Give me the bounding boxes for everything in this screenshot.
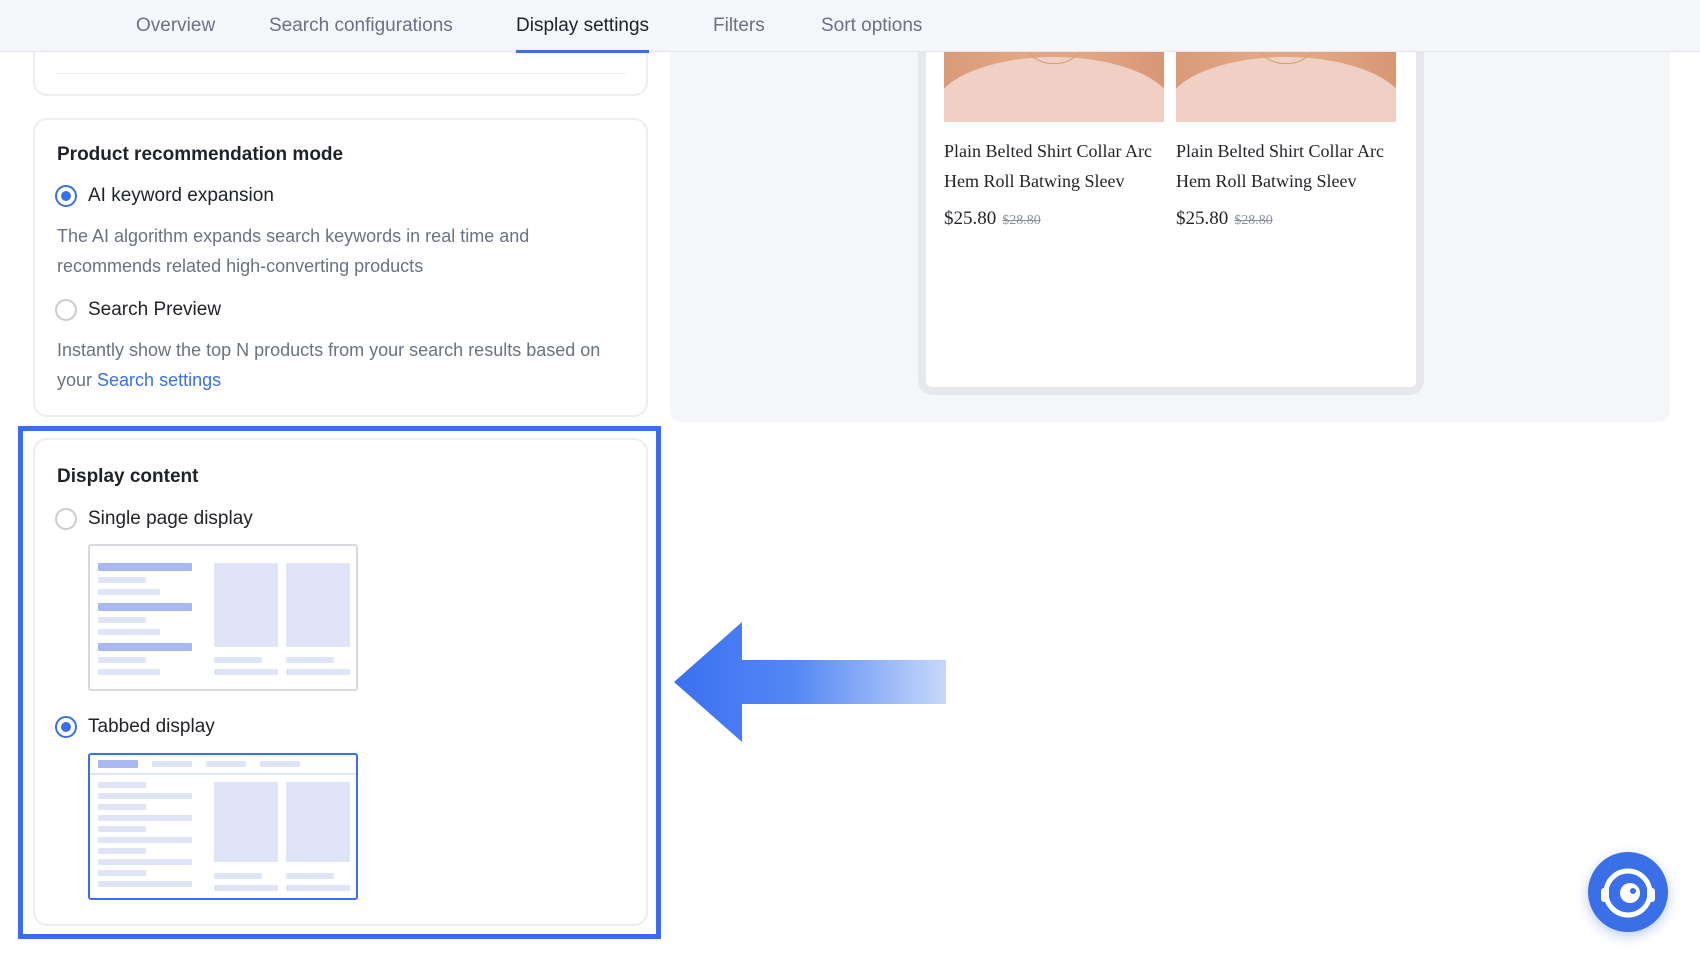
radio-button[interactable] <box>55 185 77 207</box>
thumbnail-product-block <box>214 782 278 862</box>
customer-support-headset-icon <box>1601 868 1655 918</box>
thumbnail-line <box>98 837 192 843</box>
product-name: Plain Belted Shirt Collar Arc Hem Roll B… <box>944 141 1152 191</box>
radio-label: Search Preview <box>88 299 222 320</box>
radio-single-page-display[interactable]: Single page display <box>55 508 253 530</box>
tab-sort-options[interactable]: Sort options <box>821 0 922 52</box>
arrow-left-icon <box>674 622 946 742</box>
thumbnail-line <box>286 873 334 879</box>
thumbnail-tab-active <box>98 760 138 768</box>
thumbnail-line <box>214 657 262 663</box>
thumbnail-heading-bar <box>98 603 192 611</box>
thumbnail-heading-bar <box>98 643 192 651</box>
thumbnail-line <box>98 589 160 595</box>
radio-button[interactable] <box>55 508 77 530</box>
thumbnail-product-block <box>286 563 350 647</box>
thumbnail-line <box>286 657 334 663</box>
product-card[interactable]: Plain Belted Shirt Collar Arc Hem Roll B… <box>944 30 1164 230</box>
product-card[interactable]: Plain Belted Shirt Collar Arc Hem Roll B… <box>1176 30 1396 230</box>
radio-label: Single page display <box>88 508 253 529</box>
tab-display-settings[interactable]: Display settings <box>516 0 650 53</box>
radio-ai-keyword-expansion[interactable]: AI keyword expansion <box>55 185 274 207</box>
radio-button[interactable] <box>55 299 77 321</box>
thumbnail-tab <box>206 761 246 767</box>
thumbnail-heading-bar <box>98 563 192 571</box>
thumbnail-tab <box>260 761 300 767</box>
product-old-price: $28.80 <box>1002 213 1041 228</box>
radio-tabbed-display[interactable]: Tabbed display <box>55 716 215 738</box>
thumbnail-line <box>98 870 146 876</box>
radio-label: AI keyword expansion <box>88 185 274 206</box>
recommendation-mode-card: Product recommendation mode AI keyword e… <box>33 118 648 417</box>
thumbnail-line <box>98 617 146 623</box>
thumbnail-line <box>98 793 192 799</box>
thumbnail-line <box>214 873 262 879</box>
radio-search-preview[interactable]: Search Preview <box>55 299 221 321</box>
thumbnail-line <box>98 782 146 788</box>
thumbnail-line <box>98 669 160 675</box>
thumbnail-line <box>214 885 278 891</box>
product-old-price: $28.80 <box>1234 213 1273 228</box>
display-content-title: Display content <box>57 466 199 487</box>
search-settings-link[interactable]: Search settings <box>97 370 221 390</box>
thumbnail-line <box>286 885 350 891</box>
thumbnail-tab <box>152 761 192 767</box>
recommendation-mode-title: Product recommendation mode <box>57 144 344 165</box>
thumbnail-line <box>98 848 146 854</box>
top-tab-bar: Overview Search configurations Display s… <box>0 0 1700 53</box>
thumbnail-tab-underline <box>90 773 356 775</box>
product-price: $25.80 <box>944 208 997 229</box>
thumbnail-line <box>98 815 192 821</box>
radio-button[interactable] <box>55 716 77 738</box>
product-price: $25.80 <box>1176 208 1229 229</box>
thumbnail-line <box>98 577 146 583</box>
tabbed-layout-thumbnail[interactable] <box>88 753 358 900</box>
thumbnail-line <box>98 826 146 832</box>
product-price-row: $25.80 $28.80 <box>1176 208 1396 230</box>
customer-support-button[interactable] <box>1588 852 1668 932</box>
thumbnail-product-block <box>286 782 350 862</box>
ai-keyword-expansion-description: The AI algorithm expands search keywords… <box>57 226 530 276</box>
product-price-row: $25.80 $28.80 <box>944 208 1164 230</box>
search-preview-description: Instantly show the top N products from y… <box>57 335 617 395</box>
radio-label: Tabbed display <box>88 716 215 737</box>
thumbnail-line <box>98 657 146 663</box>
display-content-card: Display content Single page display Tabb… <box>33 438 648 926</box>
thumbnail-line <box>286 669 350 675</box>
thumbnail-line <box>98 859 192 865</box>
thumbnail-line <box>214 669 278 675</box>
tab-filters[interactable]: Filters <box>713 0 765 52</box>
thumbnail-line <box>98 804 146 810</box>
tab-search-configurations[interactable]: Search configurations <box>269 0 453 52</box>
card-divider <box>55 73 626 74</box>
tab-overview[interactable]: Overview <box>136 0 215 52</box>
product-name: Plain Belted Shirt Collar Arc Hem Roll B… <box>1176 141 1384 191</box>
thumbnail-line <box>98 881 192 887</box>
single-page-layout-thumbnail[interactable] <box>88 544 358 691</box>
thumbnail-product-block <box>214 563 278 647</box>
mobile-preview-frame: Plain Belted Shirt Collar Arc Hem Roll B… <box>918 30 1424 395</box>
thumbnail-line <box>98 629 160 635</box>
